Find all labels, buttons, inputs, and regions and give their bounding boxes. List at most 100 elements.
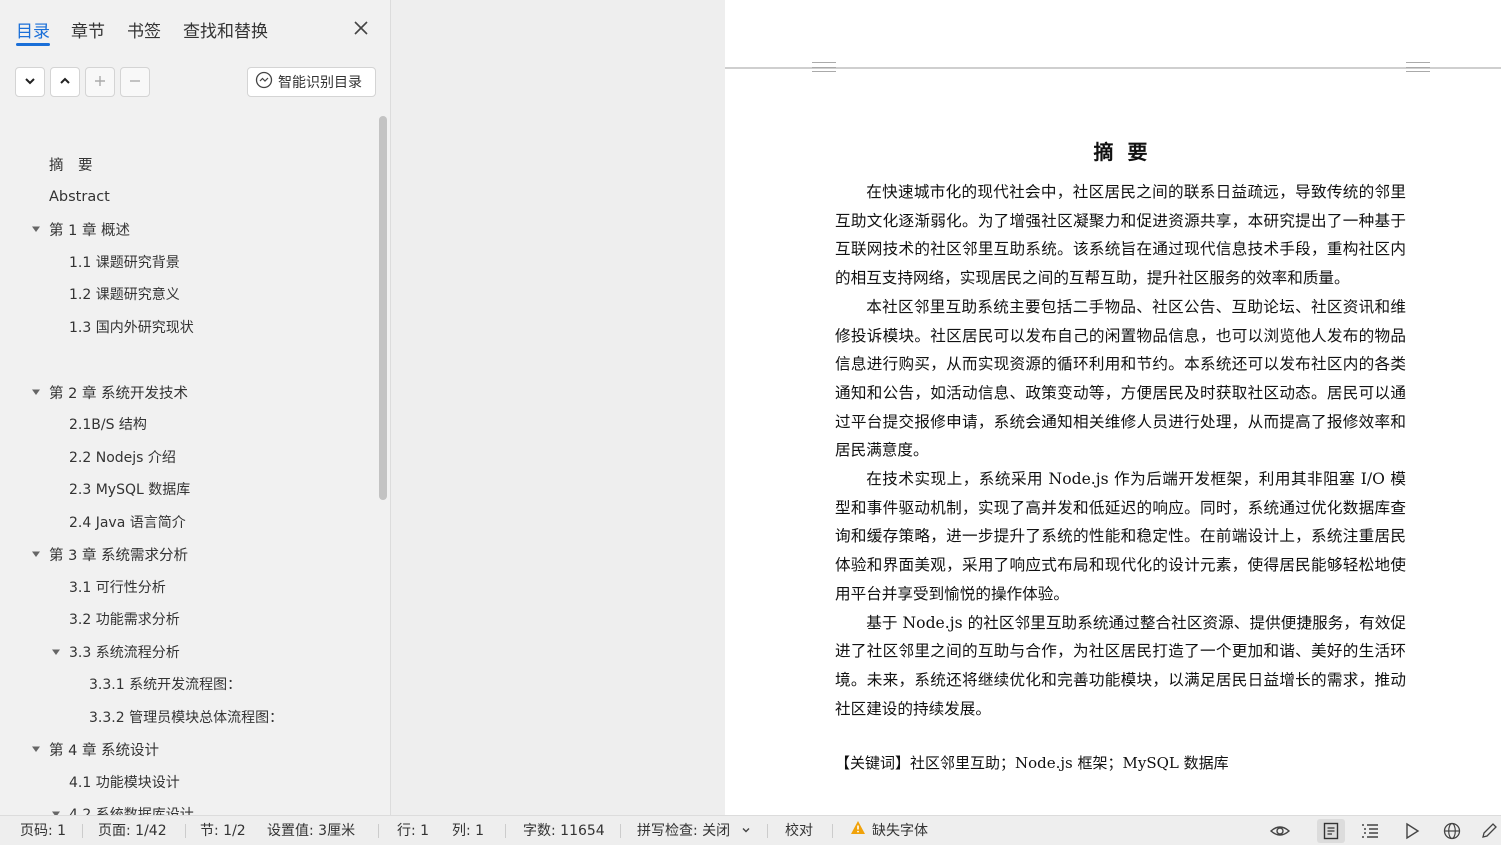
missing-font-button[interactable]: 缺失字体	[850, 816, 928, 845]
toc-item[interactable]: 1.2 课题研究意义	[0, 279, 378, 309]
active-tab-indicator	[16, 43, 50, 46]
toc-item[interactable]: 4.1 功能模块设计	[0, 767, 378, 797]
smart-toc-label: 智能识别目录	[278, 75, 362, 91]
status-divider	[82, 824, 83, 838]
missing-font-label: 缺失字体	[872, 823, 928, 839]
tab-chapters[interactable]: 章节	[71, 17, 105, 42]
document-title: 摘要	[1093, 140, 1162, 164]
expand-up-icon	[58, 73, 72, 92]
caret-down-icon[interactable]	[50, 646, 62, 658]
proofread-button[interactable]: 校对	[785, 816, 813, 845]
web-view-icon[interactable]	[1441, 821, 1463, 841]
status-divider	[185, 824, 186, 838]
toc-item-label: 1.2 课题研究意义	[69, 287, 180, 303]
toc-item[interactable]: 2.1B/S 结构	[0, 409, 378, 439]
toc-item-label: 第 4 章 系统设计	[49, 742, 160, 759]
toc-item[interactable]: 第 3 章 系统需求分析	[0, 539, 378, 569]
toc-item[interactable]: 第 1 章 概述	[0, 214, 378, 244]
toc-item-label: 4.1 功能模块设计	[69, 775, 180, 791]
toc-item-label: 2.4 Java 语言简介	[69, 515, 186, 531]
toc-item[interactable]: 3.1 可行性分析	[0, 572, 378, 602]
smart-toc-icon	[255, 71, 273, 93]
toc-item-label: 2.3 MySQL 数据库	[69, 482, 191, 498]
abstract-paragraph: 在技术实现上，系统采用 Node.js 作为后端开发框架，利用其非阻塞 I/O …	[835, 470, 1406, 603]
status-word-count[interactable]: 字数: 11654	[523, 816, 605, 845]
toc-item[interactable]: 3.3.2 管理员模块总体流程图：	[0, 702, 378, 732]
page-view-icon[interactable]	[1317, 819, 1345, 843]
spell-check-dropdown[interactable]: 拼写检查: 关闭	[637, 816, 751, 845]
abstract-paragraph: 本社区邻里互助系统主要包括二手物品、社区公告、互助论坛、社区资讯和维修投诉模块。…	[835, 297, 1406, 460]
toc-item[interactable]: 摘 要	[0, 149, 378, 179]
collapse-down-button[interactable]	[15, 67, 45, 97]
add-heading-button[interactable]	[85, 67, 115, 97]
eye-icon[interactable]	[1269, 821, 1291, 841]
smart-toc-button[interactable]: 智能识别目录	[247, 67, 376, 97]
tab-toc[interactable]: 目录	[16, 17, 50, 42]
caret-down-icon[interactable]	[30, 743, 42, 755]
warning-icon	[850, 816, 866, 845]
document-body[interactable]: 在快速城市化的现代社会中，社区居民之间的联系日益疏远，导致传统的邻里互助文化逐渐…	[835, 178, 1406, 723]
toc-item-label: 1.1 课题研究背景	[69, 255, 180, 271]
toc-item[interactable]: 3.3.1 系统开发流程图：	[0, 669, 378, 699]
margin-marker-left	[812, 62, 836, 72]
toc-item-label: 2.1B/S 结构	[69, 417, 147, 433]
toc-item[interactable]: 3.3 系统流程分析	[0, 637, 378, 667]
toc-list: 摘 要 Abstract 第 1 章 概述 1.1 课题研究背景 1.2 课题研究意义 1…	[0, 148, 378, 815]
status-bar: 页码: 1 页面: 1/42 节: 1/2 设置值: 3厘米 行: 1 列: 1…	[0, 815, 1501, 845]
status-row[interactable]: 行: 1	[397, 816, 429, 845]
toc-item[interactable]: Abstract	[0, 182, 378, 212]
toc-item-label: 3.3.2 管理员模块总体流程图：	[89, 710, 284, 726]
status-page-code[interactable]: 页码: 1	[20, 816, 66, 845]
toc-item[interactable]: 第 2 章 系统开发技术	[0, 377, 378, 407]
status-divider	[767, 824, 768, 838]
toc-item-label: 3.3.1 系统开发流程图：	[89, 677, 242, 693]
toc-scrollbar[interactable]	[379, 116, 387, 500]
plus-icon	[93, 73, 107, 92]
document-keywords: 【关键词】社区邻里互助；Node.js 框架；MySQL 数据库	[835, 754, 1229, 772]
tab-find-replace[interactable]: 查找和替换	[183, 17, 268, 42]
toc-item[interactable]: 1.3 国内外研究现状	[0, 312, 378, 342]
remove-heading-button[interactable]	[120, 67, 150, 97]
pen-icon[interactable]	[1478, 821, 1500, 841]
caret-down-icon[interactable]	[30, 548, 42, 560]
caret-down-icon[interactable]	[30, 223, 42, 235]
status-divider	[378, 824, 379, 838]
tab-bookmarks[interactable]: 书签	[127, 17, 161, 42]
abstract-paragraph: 在快速城市化的现代社会中，社区居民之间的联系日益疏远，导致传统的邻里互助文化逐渐…	[835, 183, 1406, 288]
toc-item[interactable]: 1.1 课题研究背景	[0, 247, 378, 277]
toc-item-label: 2.2 Nodejs 介绍	[69, 450, 176, 466]
status-section[interactable]: 节: 1/2	[200, 816, 246, 845]
chevron-down-icon	[741, 816, 751, 845]
previous-page-bottom	[725, 0, 1501, 67]
toc-item-label: 3.3 系统流程分析	[69, 645, 180, 661]
status-page[interactable]: 页面: 1/42	[98, 816, 167, 845]
minus-icon	[128, 73, 142, 92]
toc-item-label: 4.2 系统数据库设计	[69, 807, 194, 815]
toc-item[interactable]: 2.4 Java 语言简介	[0, 507, 378, 537]
toc-item[interactable]: 4.2 系统数据库设计	[0, 799, 378, 815]
toc-item-label: 第 1 章 概述	[49, 222, 131, 239]
toc-item-label: 3.2 功能需求分析	[69, 612, 180, 628]
toc-item-label: 1.3 国内外研究现状	[69, 320, 194, 336]
caret-down-icon[interactable]	[30, 386, 42, 398]
toc-item-label: 3.1 可行性分析	[69, 580, 166, 596]
abstract-paragraph: 基于 Node.js 的社区邻里互助系统通过整合社区资源、提供便捷服务，有效促进…	[835, 613, 1406, 718]
caret-down-icon[interactable]	[50, 808, 62, 815]
expand-up-button[interactable]	[50, 67, 80, 97]
status-col[interactable]: 列: 1	[452, 816, 484, 845]
toc-item[interactable]: 2.3 MySQL 数据库	[0, 474, 378, 504]
status-divider	[832, 824, 833, 838]
outline-view-icon[interactable]	[1359, 821, 1381, 841]
toc-item-label: Abstract	[49, 189, 110, 205]
status-divider	[505, 824, 506, 838]
toc-item[interactable]: 第 4 章 系统设计	[0, 734, 378, 764]
toc-item[interactable]: 2.2 Nodejs 介绍	[0, 442, 378, 472]
toc-item[interactable]: 3.2 功能需求分析	[0, 604, 378, 634]
status-setting[interactable]: 设置值: 3厘米	[267, 816, 355, 845]
navigation-pane: 目录 章节 书签 查找和替换 智能识别目录 摘 要 Abstract 第 1 章 概…	[0, 0, 391, 815]
play-icon[interactable]	[1401, 821, 1423, 841]
status-divider	[620, 824, 621, 838]
toc-item-label: 第 3 章 系统需求分析	[49, 547, 189, 564]
close-icon[interactable]	[351, 18, 371, 38]
collapse-down-icon	[23, 73, 37, 92]
